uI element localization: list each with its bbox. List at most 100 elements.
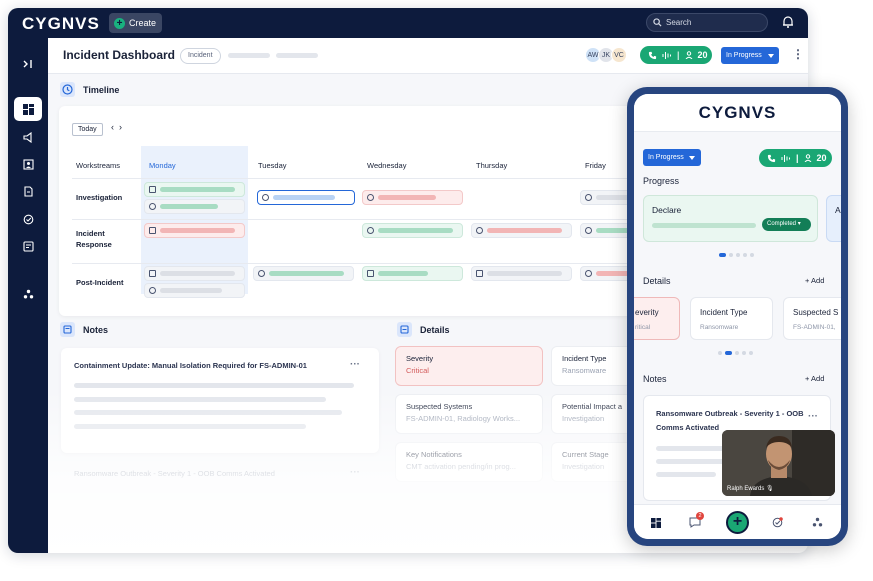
bell-icon[interactable]: [781, 15, 795, 29]
create-button[interactable]: + Create: [109, 13, 162, 33]
sidebar-item-documents[interactable]: [14, 179, 42, 203]
day-header-tuesday: Tuesday: [258, 161, 287, 170]
search-input[interactable]: Search: [646, 13, 768, 32]
detail-label: Suspected S: [793, 308, 839, 317]
check-circle-icon: [367, 227, 374, 234]
participant-avatars[interactable]: AW JK VC: [585, 47, 627, 63]
add-fab-button[interactable]: +: [726, 511, 749, 534]
details-section-icon: [397, 322, 412, 337]
prev-week-button[interactable]: ‹: [111, 122, 119, 132]
task-bar: [160, 228, 235, 233]
top-nav-bar: CYGNVS + Create Search: [8, 8, 808, 38]
task-bar: [487, 271, 562, 276]
check-circle-icon: [476, 227, 483, 234]
detail-label: Severity: [406, 354, 434, 363]
sidebar-item-dashboard[interactable]: [14, 97, 42, 121]
timeline-task-selected[interactable]: [257, 190, 355, 205]
status-dropdown[interactable]: In Progress: [721, 47, 779, 64]
timeline-task[interactable]: [144, 199, 245, 214]
timeline-task[interactable]: [471, 223, 572, 238]
add-detail-button[interactable]: + Add: [805, 276, 824, 285]
sidebar-item-notes[interactable]: [14, 234, 42, 258]
detail-severity[interactable]: Severity Critical: [395, 346, 543, 386]
mobile-detail-card[interactable]: Suspected S FS-ADMIN-01,: [783, 297, 841, 340]
sidebar-item-contacts[interactable]: [14, 152, 42, 176]
progress-step-label: A: [835, 205, 841, 215]
note-menu-button[interactable]: ···: [350, 467, 360, 478]
timeline-task[interactable]: [471, 266, 572, 281]
mobile-details-title: Details: [643, 276, 671, 286]
audio-wave-icon: [781, 154, 790, 162]
search-placeholder: Search: [666, 18, 692, 27]
phone-icon: [648, 51, 657, 59]
carousel-dots: [718, 351, 753, 355]
check-circle-icon: [149, 203, 156, 210]
day-header-wednesday: Wednesday: [367, 161, 407, 170]
add-note-button[interactable]: + Add: [805, 374, 824, 383]
bridge-call-button[interactable]: | 20: [640, 46, 712, 64]
timeline-task[interactable]: [253, 266, 354, 281]
carousel-dots: [719, 253, 754, 257]
timeline-task[interactable]: [144, 182, 245, 197]
detail-key-notifications[interactable]: Key Notifications CMT activation pending…: [395, 442, 543, 482]
notes-icon: [22, 240, 34, 252]
mobile-bridge-call-button[interactable]: | 20: [759, 149, 832, 167]
clock-icon: [60, 82, 75, 97]
brand-logo[interactable]: CYGNVS: [22, 14, 100, 34]
completed-badge: Completed ▾: [762, 218, 811, 231]
sidebar-expand-button[interactable]: [14, 52, 42, 76]
video-call-tile[interactable]: Ralph Ewards 🎙︎: [722, 430, 835, 496]
create-label: Create: [129, 18, 157, 28]
progress-title: Progress: [643, 176, 680, 186]
note-menu-button[interactable]: ···: [808, 411, 818, 422]
document-icon: [149, 270, 156, 277]
detail-suspected-systems[interactable]: Suspected Systems FS-ADMIN-01, Radiology…: [395, 394, 543, 434]
apps-dots-icon: [23, 289, 33, 298]
sidebar-item-tasks[interactable]: [14, 207, 42, 231]
today-button[interactable]: Today: [72, 123, 103, 136]
timeline-task[interactable]: [362, 266, 463, 281]
timeline-task[interactable]: [362, 190, 463, 205]
progress-step-card[interactable]: Declare Completed ▾: [643, 195, 818, 242]
progress-step-card[interactable]: A: [826, 195, 841, 242]
task-check-icon[interactable]: [772, 517, 783, 528]
dashboard-icon[interactable]: [651, 518, 661, 528]
apps-dots-icon[interactable]: [812, 517, 823, 528]
status-label: In Progress: [726, 52, 762, 59]
workstreams-header: Workstreams: [76, 161, 121, 170]
timeline-task[interactable]: [144, 223, 245, 238]
task-bar: [160, 204, 218, 209]
mobile-status-dropdown[interactable]: In Progress: [643, 149, 701, 166]
contact-card-icon: [22, 158, 34, 170]
row-divider: [72, 263, 692, 264]
note-title[interactable]: Ransomware Outbreak - Severity 1 - OOB C…: [74, 469, 275, 478]
row-label-investigation: Investigation: [76, 193, 123, 202]
note-card[interactable]: Containment Update: Manual Isolation Req…: [61, 348, 379, 453]
row-label-post-incident: Post-Incident: [76, 278, 124, 287]
sidebar-item-announcements[interactable]: [14, 125, 42, 149]
avatar[interactable]: VC: [611, 47, 627, 63]
mobile-detail-card[interactable]: Incident Type Ransomware: [690, 297, 773, 340]
more-options-button[interactable]: ⋮: [792, 47, 804, 61]
timeline-task[interactable]: [362, 223, 463, 238]
check-circle-icon: [23, 214, 33, 224]
next-week-button[interactable]: ›: [119, 122, 127, 132]
note-menu-button[interactable]: ···: [350, 359, 360, 370]
mobile-screen: CYGNVS In Progress | 20 Progress Declare…: [634, 94, 841, 539]
video-participant-name: Ralph Ewards 🎙︎: [727, 485, 774, 492]
chevron-down-icon: ▾: [797, 221, 801, 227]
detail-value: ritical: [635, 324, 651, 331]
participant-count: 20: [697, 50, 708, 60]
sidebar-item-apps[interactable]: [14, 282, 42, 306]
pill-divider: |: [677, 50, 680, 60]
timeline-card: Today ‹› Workstreams Monday Tuesday Wedn…: [59, 106, 699, 316]
timeline-task[interactable]: [144, 283, 245, 298]
user-icon: [804, 154, 811, 162]
detail-value: Critical: [406, 366, 429, 375]
check-circle-icon: [585, 194, 592, 201]
check-circle-icon: [585, 270, 592, 277]
timeline-task[interactable]: [144, 266, 245, 281]
incident-tag[interactable]: Incident: [180, 48, 221, 64]
mobile-detail-card[interactable]: everity ritical: [634, 297, 680, 340]
task-bar: [487, 228, 562, 233]
